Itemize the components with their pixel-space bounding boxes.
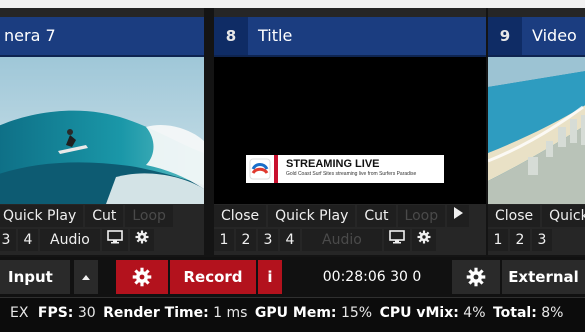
top-strip (0, 0, 585, 8)
layer-1-button[interactable]: 1 (488, 229, 508, 251)
audio-button[interactable]: Audio (302, 229, 382, 251)
input-title: Title (258, 26, 293, 45)
layer-3-button[interactable]: 3 (532, 229, 552, 251)
gear-icon[interactable] (411, 229, 436, 251)
play-icon[interactable] (447, 205, 470, 227)
gear-icon[interactable] (129, 229, 154, 251)
layer-1-button[interactable]: 1 (214, 229, 234, 251)
input-number: 9 (488, 17, 522, 55)
add-input-button[interactable]: Input (0, 260, 70, 294)
quick-play-button[interactable]: Quick Play (0, 205, 84, 227)
accent-bar (274, 155, 278, 183)
external-label: External (508, 268, 579, 286)
fps-value: 30 (77, 305, 96, 321)
cpu-vmix-value: 4% (463, 305, 486, 321)
input-preview-title[interactable]: STREAMING LIVE Gold Coast Surf Sites str… (214, 57, 486, 204)
timecode-text: 00:28:06 30 0 (322, 269, 422, 285)
control-row-2: 3 4 Audio (0, 229, 204, 251)
surfer-wave-image (0, 57, 204, 204)
total-value: 8% (541, 305, 564, 321)
input-panel-title[interactable]: 8 Title STREAMING LIVE Gold Coast Surf S… (214, 8, 486, 255)
monitor-icon[interactable] (101, 229, 128, 251)
record-label: Record (183, 268, 243, 286)
gpu-mem-label: GPU Mem: (254, 305, 337, 321)
layer-3-button[interactable]: 3 (0, 229, 16, 251)
cut-button[interactable]: Cut (357, 205, 396, 227)
record-button[interactable]: Record (170, 260, 256, 294)
render-time-value: 1 ms (213, 305, 248, 321)
status-bar: EX FPS: 30 Render Time: 1 ms GPU Mem: 15… (0, 297, 585, 332)
control-row-1: Close Quick Play Cut Loop (214, 205, 486, 227)
lower-third-headline: STREAMING LIVE (286, 158, 380, 170)
quick-play-button[interactable]: Quick Play (268, 205, 356, 227)
control-row-2: 1 2 3 (488, 229, 585, 251)
bottom-control-bar: Input Record i 00:28:06 30 0 External (0, 257, 585, 297)
layer-4-button[interactable]: 4 (18, 229, 38, 251)
input-panel-camera-7[interactable]: nera 7 Quick Play Cut Loop 3 4 Audio (0, 8, 204, 255)
loop-button[interactable]: Loop (397, 205, 446, 227)
layer-3-button[interactable]: 3 (258, 229, 278, 251)
input-title: Video (532, 26, 577, 45)
streaming-live-lower-third: STREAMING LIVE Gold Coast Surf Sites str… (246, 155, 444, 183)
external-settings-gear-icon[interactable] (452, 260, 500, 294)
control-row-1: Close Quick (488, 205, 585, 227)
monitor-icon[interactable] (383, 229, 410, 251)
loop-button[interactable]: Loop (125, 205, 173, 227)
render-time-label: Render Time: (103, 305, 209, 321)
cut-button[interactable]: Cut (85, 205, 124, 227)
layer-4-button[interactable]: 4 (280, 229, 300, 251)
external-button[interactable]: External (502, 260, 585, 294)
cpu-vmix-label: CPU vMix: (379, 305, 459, 321)
control-row-2: 1 2 3 4 Audio (214, 229, 486, 251)
layer-2-button[interactable]: 2 (510, 229, 530, 251)
record-timecode: 00:28:06 30 0 (316, 260, 428, 294)
input-title-bar[interactable]: 9 Video (488, 17, 585, 57)
input-panel-video[interactable]: 9 Video Close Quick 1 2 3 (488, 8, 585, 255)
record-settings-gear-icon[interactable] (116, 260, 168, 294)
station-logo (249, 158, 271, 180)
input-preview-beach[interactable] (488, 57, 585, 204)
input-title-bar[interactable]: nera 7 (0, 17, 204, 57)
input-number: 8 (214, 17, 248, 55)
input-title: nera 7 (4, 26, 56, 45)
control-row-1: Quick Play Cut Loop (0, 205, 204, 227)
lower-third-subline: Gold Coast Surf Sites streaming live fro… (286, 171, 417, 177)
record-info-label: i (267, 268, 273, 286)
close-button[interactable]: Close (488, 205, 541, 227)
close-button[interactable]: Close (214, 205, 267, 227)
input-preview-surfer[interactable] (0, 57, 204, 204)
add-input-label: Input (8, 268, 53, 286)
layer-2-button[interactable]: 2 (236, 229, 256, 251)
record-info-button[interactable]: i (258, 260, 282, 294)
beach-aerial-image (488, 57, 585, 204)
input-title-bar[interactable]: 8 Title (214, 17, 486, 57)
total-label: Total: (492, 305, 537, 321)
quick-play-button[interactable]: Quick (542, 205, 585, 227)
audio-button[interactable]: Audio (40, 229, 100, 251)
gpu-mem-value: 15% (340, 305, 373, 321)
status-lead: EX (10, 305, 29, 321)
input-menu-caret-up-icon[interactable] (74, 260, 98, 294)
fps-label: FPS: (37, 305, 74, 321)
